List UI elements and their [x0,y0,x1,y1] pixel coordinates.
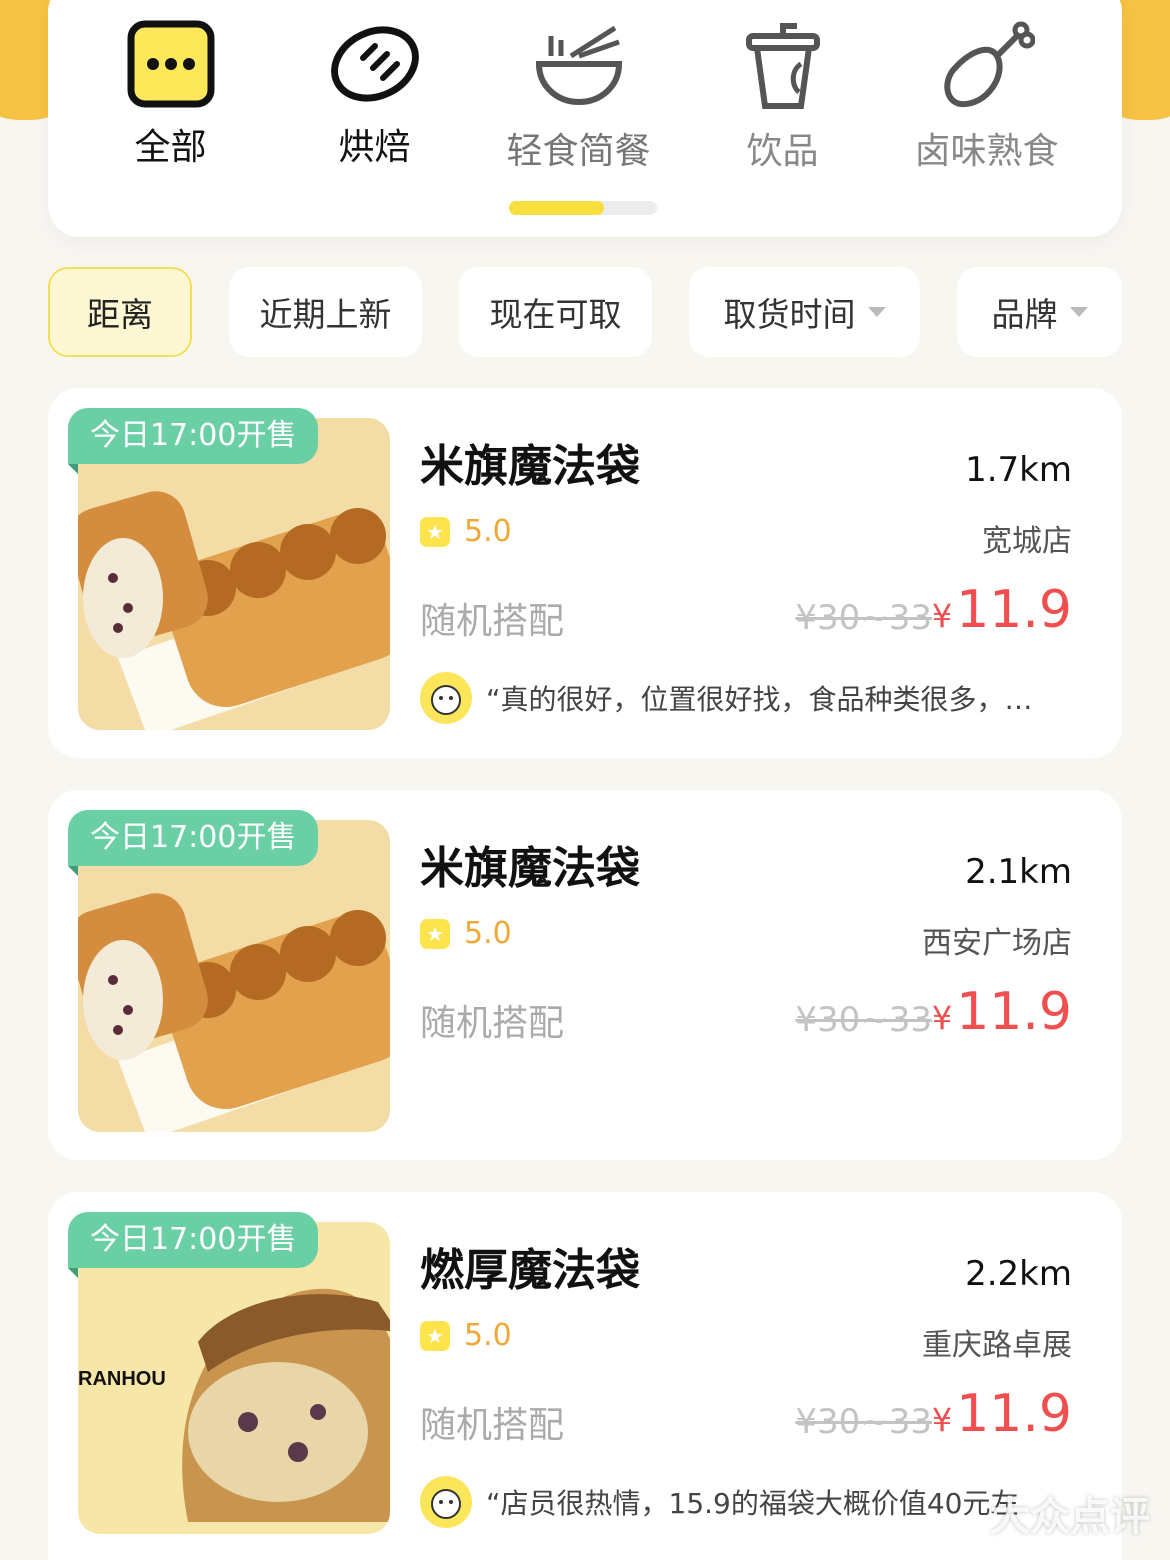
product-image [78,820,390,1132]
rating-value: 5.0 [464,916,512,951]
watermark: 大众点评 [990,1494,1150,1540]
review-snippet: “店员很热情，15.9的福袋大概价值40元左 [420,1476,1080,1528]
mix-label: 随机搭配 [420,1405,565,1446]
rating: ★ 5.0 [420,1318,512,1353]
product-title: 燃厚魔法袋 [420,1245,640,1296]
filter-brand[interactable]: 品牌 [957,267,1122,357]
filter-available-now[interactable]: 现在可取 [459,267,652,357]
avatar [420,1476,472,1528]
filter-new[interactable]: 近期上新 [229,267,422,357]
sale-price: ¥11.9 [932,580,1072,640]
category-label: 全部 [134,127,207,168]
drink-cup-icon [745,23,820,109]
bread-icon [330,26,419,102]
original-price: ¥30~33 [795,1402,932,1442]
product-image: RANHOU [78,1222,390,1534]
brand-logo-text: RANHOU [78,1368,166,1390]
chicken-leg-icon [943,21,1035,108]
price-value: 11.9 [956,982,1072,1042]
filter-label: 品牌 [991,295,1058,334]
category-label: 烘焙 [338,127,411,168]
sale-price: ¥11.9 [932,982,1072,1042]
category-label: 卤味熟食 [914,131,1059,172]
product-card[interactable]: RANHOU 今日17:00开售 燃厚魔法袋 2.2km ★ 5.0 重庆路卓展… [48,1192,1122,1560]
category-label: 饮品 [746,131,819,172]
distance: 1.7km [965,450,1072,490]
product-image [78,418,390,730]
filter-bar: 距离 近期上新 现在可取 取货时间 品牌 [0,267,1170,357]
category-panel: 全部 烘焙 轻食简餐 饮品 卤味熟食 [48,0,1122,237]
review-snippet: “真的很好，位置很好找，食品种类很多，… [420,672,1080,724]
filter-distance[interactable]: 距离 [48,267,192,357]
currency-symbol: ¥ [931,597,953,635]
dropdown-caret-icon [1069,307,1088,317]
currency-symbol: ¥ [931,1401,953,1439]
store-name: 西安广场店 [922,926,1072,961]
more-dots-icon [127,20,214,108]
filter-label: 距离 [87,295,153,334]
star-icon: ★ [420,918,450,949]
dropdown-caret-icon [867,307,886,317]
filter-label: 近期上新 [259,295,392,334]
category-label: 轻食简餐 [506,131,651,172]
category-braised-food[interactable]: 卤味熟食 [884,20,1089,180]
filter-label: 取货时间 [723,295,856,334]
category-drinks[interactable]: 饮品 [680,20,885,180]
scroll-thumb [509,201,604,215]
star-icon: ★ [420,1320,450,1351]
mix-label: 随机搭配 [420,601,565,642]
distance: 2.2km [965,1254,1072,1294]
product-title: 米旗魔法袋 [420,441,640,492]
sale-time-tag: 今日17:00开售 [68,810,319,876]
original-price: ¥30~33 [795,1000,932,1040]
avatar [420,672,472,724]
original-price: ¥30~33 [795,598,932,638]
distance: 2.1km [965,852,1072,892]
rating: ★ 5.0 [420,514,512,549]
sale-time-tag: 今日17:00开售 [68,408,319,474]
rating-value: 5.0 [464,1318,512,1353]
category-all[interactable]: 全部 [68,20,273,180]
sale-price: ¥11.9 [932,1384,1072,1444]
sale-time-tag: 今日17:00开售 [68,1212,319,1278]
star-icon: ★ [420,516,450,547]
rating: ★ 5.0 [420,916,512,951]
price-value: 11.9 [956,580,1072,640]
noodle-bowl-icon [535,25,622,106]
currency-symbol: ¥ [931,999,953,1037]
review-text: “店员很热情，15.9的福袋大概价值40元左 [486,1487,1019,1520]
rating-value: 5.0 [464,514,512,549]
store-name: 宽城店 [982,524,1072,559]
filter-label: 现在可取 [489,295,622,334]
filter-pickup-time[interactable]: 取货时间 [689,267,920,357]
review-text: “真的很好，位置很好找，食品种类很多，… [486,683,1033,716]
category-bakery[interactable]: 烘焙 [272,20,477,180]
product-title: 米旗魔法袋 [420,843,640,894]
mix-label: 随机搭配 [420,1003,565,1044]
price-value: 11.9 [956,1384,1072,1444]
product-card[interactable]: 今日17:00开售 米旗魔法袋 2.1km ★ 5.0 西安广场店 随机搭配 ¥… [48,790,1122,1160]
category-light-meal[interactable]: 轻食简餐 [476,20,681,180]
product-card[interactable]: 今日17:00开售 米旗魔法袋 1.7km ★ 5.0 宽城店 随机搭配 ¥30… [48,388,1122,758]
category-scroll-indicator [509,201,657,215]
store-name: 重庆路卓展 [922,1328,1072,1363]
